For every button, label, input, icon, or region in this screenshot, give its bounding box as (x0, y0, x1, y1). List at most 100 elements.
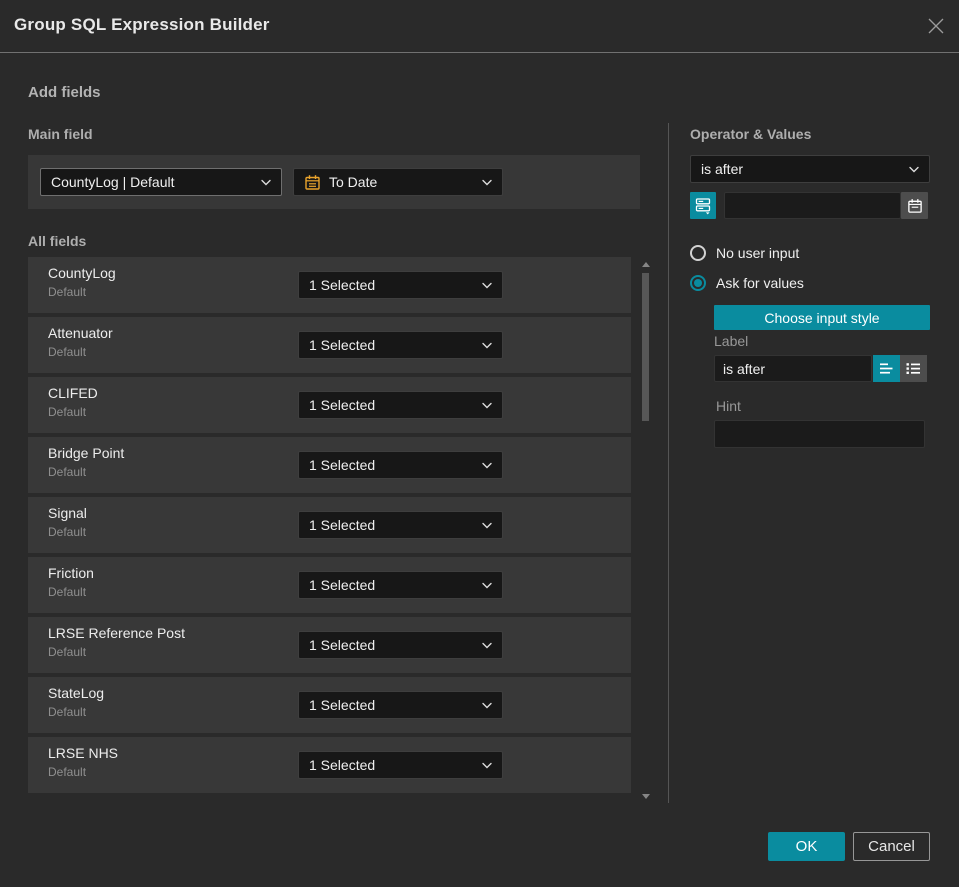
hint-caption: Hint (716, 398, 741, 414)
field-name: Friction (48, 565, 94, 581)
add-fields-heading: Add fields (28, 84, 101, 101)
choose-input-style-button[interactable]: Choose input style (714, 305, 930, 330)
calendar-icon (907, 198, 922, 213)
field-info: Attenuator Default (48, 325, 113, 359)
chevron-down-icon (482, 762, 492, 769)
field-name: CLIFED (48, 385, 98, 401)
title-bar: Group SQL Expression Builder (0, 0, 959, 53)
unique-values-picker-button[interactable] (690, 192, 716, 219)
field-values-select-value: 1 Selected (309, 397, 376, 413)
chevron-down-icon (909, 166, 919, 173)
operator-values-heading: Operator & Values (690, 126, 812, 142)
close-button[interactable] (926, 16, 946, 36)
no-user-input-option[interactable]: No user input (690, 245, 799, 261)
radio-unselected-icon[interactable] (690, 245, 706, 261)
field-info: LRSE NHS Default (48, 745, 118, 779)
field-info: CLIFED Default (48, 385, 98, 419)
chevron-down-icon (482, 402, 492, 409)
panel-divider (668, 123, 669, 803)
chevron-down-icon (482, 702, 492, 709)
list-scrollbar (639, 256, 652, 803)
input-style-list-toggle[interactable] (900, 355, 927, 382)
ok-button[interactable]: OK (768, 832, 845, 861)
field-values-select-value: 1 Selected (309, 577, 376, 593)
field-info: CountyLog Default (48, 265, 116, 299)
chevron-down-icon (482, 582, 492, 589)
field-info: Signal Default (48, 505, 87, 539)
field-values-select-value: 1 Selected (309, 337, 376, 353)
field-values-select-value: 1 Selected (309, 457, 376, 473)
stacked-values-icon (695, 197, 710, 214)
field-values-select[interactable]: 1 Selected (298, 271, 503, 299)
field-row: StateLog Default 1 Selected (28, 677, 631, 733)
chevron-down-icon (482, 522, 492, 529)
field-info: Bridge Point Default (48, 445, 124, 479)
scrollbar-thumb[interactable] (642, 273, 649, 421)
chevron-down-icon (482, 462, 492, 469)
field-values-select[interactable]: 1 Selected (298, 691, 503, 719)
field-row: CountyLog Default 1 Selected (28, 257, 631, 313)
radio-selected-icon[interactable] (690, 275, 706, 291)
align-left-icon (880, 363, 893, 374)
field-subtitle: Default (48, 645, 87, 659)
main-field-select[interactable]: CountyLog | Default (40, 168, 282, 196)
all-fields-list: CountyLog Default 1 Selected Attenuator Defa… (28, 257, 631, 794)
ask-for-values-option[interactable]: Ask for values (690, 275, 804, 291)
main-field-panel: CountyLog | Default To Date (28, 155, 640, 209)
field-subtitle: Default (48, 345, 87, 359)
field-subtitle: Default (48, 585, 87, 599)
chevron-down-icon (261, 179, 271, 186)
main-field-heading: Main field (28, 126, 93, 142)
field-name: Bridge Point (48, 445, 125, 461)
date-type-select[interactable]: To Date (293, 168, 503, 196)
field-row: Bridge Point Default 1 Selected (28, 437, 631, 493)
calendar-icon (304, 174, 321, 191)
field-row: Attenuator Default 1 Selected (28, 317, 631, 373)
field-subtitle: Default (48, 465, 87, 479)
main-field-select-value: CountyLog | Default (51, 174, 175, 190)
field-values-select[interactable]: 1 Selected (298, 331, 503, 359)
group-sql-expression-builder-dialog: Group SQL Expression Builder Add fields … (0, 0, 959, 887)
field-row: Signal Default 1 Selected (28, 497, 631, 553)
field-subtitle: Default (48, 405, 87, 419)
field-row: Friction Default 1 Selected (28, 557, 631, 613)
field-values-select-value: 1 Selected (309, 637, 376, 653)
chevron-down-icon (482, 642, 492, 649)
field-values-select[interactable]: 1 Selected (298, 571, 503, 599)
dialog-title: Group SQL Expression Builder (14, 15, 270, 34)
field-name: LRSE NHS (48, 745, 119, 761)
date-type-select-value: To Date (329, 174, 378, 190)
chevron-down-icon (482, 282, 492, 289)
all-fields-heading: All fields (28, 233, 87, 249)
scroll-down-arrow-icon[interactable] (641, 794, 650, 799)
label-caption: Label (714, 333, 749, 349)
field-values-select[interactable]: 1 Selected (298, 751, 503, 779)
field-row: LRSE NHS Default 1 Selected (28, 737, 631, 793)
field-info: StateLog Default (48, 685, 104, 719)
field-info: LRSE Reference Post Default (48, 625, 185, 659)
operator-select[interactable]: is after (690, 155, 930, 183)
chevron-down-icon (482, 342, 492, 349)
bullet-list-icon (906, 363, 920, 374)
hint-input[interactable] (714, 420, 925, 448)
field-values-select[interactable]: 1 Selected (298, 631, 503, 659)
field-subtitle: Default (48, 705, 87, 719)
label-input[interactable] (714, 355, 872, 382)
field-values-select[interactable]: 1 Selected (298, 451, 503, 479)
scroll-up-arrow-icon[interactable] (641, 262, 650, 267)
close-icon (928, 18, 944, 34)
field-name: Attenuator (48, 325, 113, 341)
cancel-button[interactable]: Cancel (853, 832, 930, 861)
no-user-input-label: No user input (716, 245, 800, 261)
field-values-select[interactable]: 1 Selected (298, 391, 503, 419)
field-subtitle: Default (48, 765, 87, 779)
field-subtitle: Default (48, 285, 87, 299)
ask-for-values-label: Ask for values (716, 275, 804, 291)
field-values-select[interactable]: 1 Selected (298, 511, 503, 539)
field-values-select-value: 1 Selected (309, 277, 376, 293)
field-values-select-value: 1 Selected (309, 517, 376, 533)
input-style-text-toggle[interactable] (873, 355, 900, 382)
field-info: Friction Default (48, 565, 94, 599)
date-picker-button[interactable] (901, 192, 928, 219)
value-input[interactable] (724, 192, 901, 219)
